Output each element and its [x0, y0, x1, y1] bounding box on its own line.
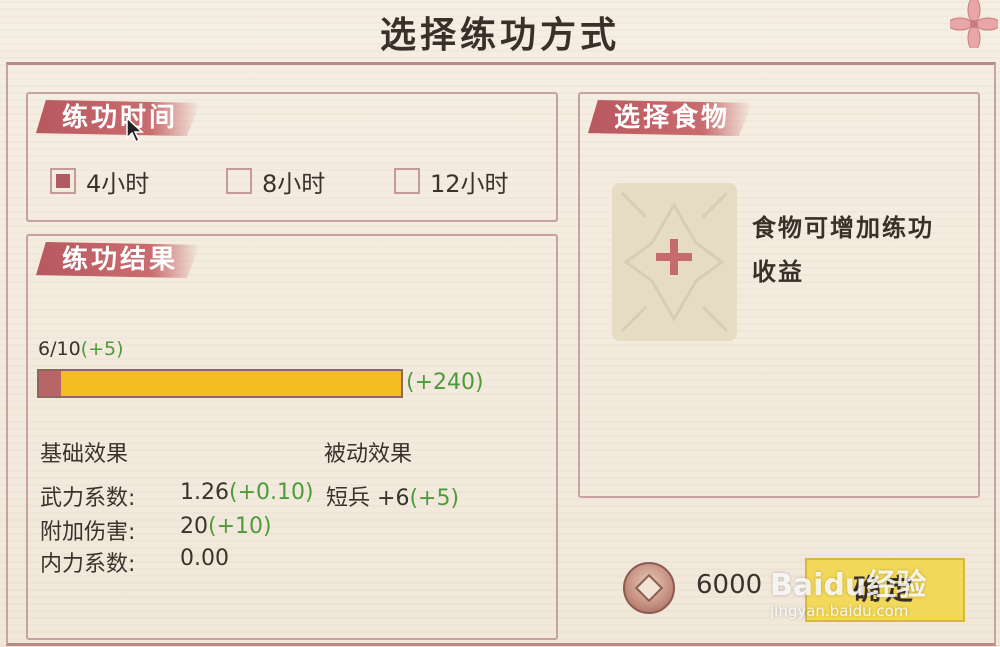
time-option-label: 8小时	[262, 169, 326, 198]
food-header: 选择食物	[588, 100, 753, 136]
stat-value: 1.26	[180, 480, 229, 505]
stat-bonus: (+10)	[208, 514, 272, 539]
time-option-label: 4小时	[86, 169, 150, 198]
stat-value-internal: 0.00	[180, 546, 229, 571]
mouse-cursor-icon	[126, 116, 144, 144]
stat-label: 内力系数:	[40, 552, 136, 577]
stat-value: 20	[180, 514, 208, 539]
passive-effect-title: 被动效果	[324, 442, 413, 467]
stat-label: 武力系数:	[40, 486, 136, 511]
progress-current-fill	[39, 371, 61, 396]
progress-bar	[37, 369, 403, 398]
passive-value: +6	[377, 486, 410, 511]
stat-row-internal: 内力系数:	[40, 546, 135, 578]
title-bar: 选择练功方式	[0, 0, 1000, 58]
train-result-header: 练功结果	[36, 242, 201, 278]
time-option-4h[interactable]: 4小时	[50, 161, 149, 201]
passive-row: 短兵 +6(+5)	[326, 480, 459, 512]
confirm-button[interactable]: 确定	[805, 558, 965, 622]
time-option-8h[interactable]: 8小时	[226, 161, 325, 201]
train-time-panel: 练功时间	[26, 92, 558, 222]
checkbox-checked-icon	[50, 168, 76, 194]
progress-projected-fill	[39, 371, 401, 396]
progress-label: 6/10(+5)	[38, 338, 124, 360]
time-option-label: 12小时	[430, 169, 509, 198]
progress-text: 6/10	[38, 338, 81, 360]
stat-value: 0.00	[180, 546, 229, 571]
stat-row-damage: 附加伤害:	[40, 514, 135, 546]
coin-icon	[623, 562, 675, 614]
stat-row-force: 武力系数:	[40, 480, 135, 512]
passive-bonus: (+5)	[409, 486, 460, 511]
add-plus-icon	[656, 239, 692, 275]
stat-bonus: (+0.10)	[228, 480, 314, 505]
stat-label: 附加伤害:	[40, 520, 136, 545]
stat-value-damage: 20(+10)	[180, 514, 272, 539]
food-slot[interactable]	[612, 183, 737, 341]
checkbox-empty-icon	[394, 168, 420, 194]
progress-bar-bonus: (+240)	[406, 370, 484, 395]
checkbox-empty-icon	[226, 168, 252, 194]
stat-value-force: 1.26(+0.10)	[180, 480, 314, 505]
time-option-12h[interactable]: 12小时	[394, 161, 509, 201]
cost-amount: 6000	[696, 570, 763, 600]
food-hint: 食物可增加练功收益	[752, 213, 934, 286]
passive-label: 短兵	[326, 486, 371, 511]
flower-ornament-icon	[950, 0, 998, 48]
train-time-header: 练功时间	[36, 100, 201, 136]
progress-bonus: (+5)	[80, 338, 124, 360]
base-effect-title: 基础效果	[40, 442, 129, 467]
page-title: 选择练功方式	[379, 14, 620, 56]
